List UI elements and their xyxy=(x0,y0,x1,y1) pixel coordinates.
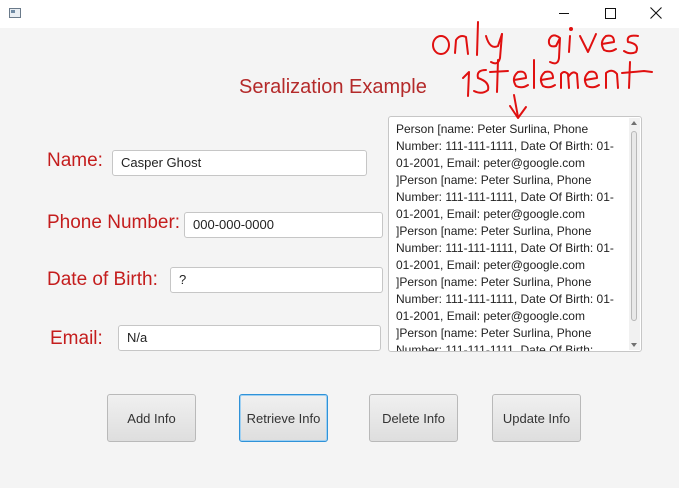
update-info-button[interactable]: Update Info xyxy=(492,394,581,442)
email-label: Email: xyxy=(50,328,103,349)
phone-number-input[interactable]: 000-000-0000 xyxy=(184,212,383,238)
app-window-icon xyxy=(9,8,21,18)
maximize-icon[interactable] xyxy=(587,0,633,28)
close-icon[interactable] xyxy=(633,0,679,28)
delete-info-button[interactable]: Delete Info xyxy=(369,394,458,442)
name-label: Name: xyxy=(47,150,103,171)
date-of-birth-input[interactable]: ? xyxy=(170,267,383,293)
minimize-icon[interactable] xyxy=(541,0,587,28)
email-input[interactable]: N/a xyxy=(118,325,381,351)
output-text: Person [name: Peter Surlina, Phone Numbe… xyxy=(396,122,614,352)
app-title: Seralization Example xyxy=(239,76,427,98)
title-bar xyxy=(0,0,679,28)
add-info-button[interactable]: Add Info xyxy=(107,394,196,442)
vertical-scrollbar[interactable] xyxy=(629,118,640,350)
output-text-area[interactable]: Person [name: Peter Surlina, Phone Numbe… xyxy=(388,116,642,352)
date-of-birth-label: Date of Birth: xyxy=(47,269,158,290)
name-input[interactable]: Casper Ghost xyxy=(112,150,367,176)
retrieve-info-button[interactable]: Retrieve Info xyxy=(239,394,328,442)
scroll-down-arrow-icon[interactable] xyxy=(631,343,637,347)
scroll-thumb[interactable] xyxy=(631,131,637,321)
scroll-up-arrow-icon[interactable] xyxy=(631,121,637,125)
phone-number-label: Phone Number: xyxy=(47,212,181,233)
